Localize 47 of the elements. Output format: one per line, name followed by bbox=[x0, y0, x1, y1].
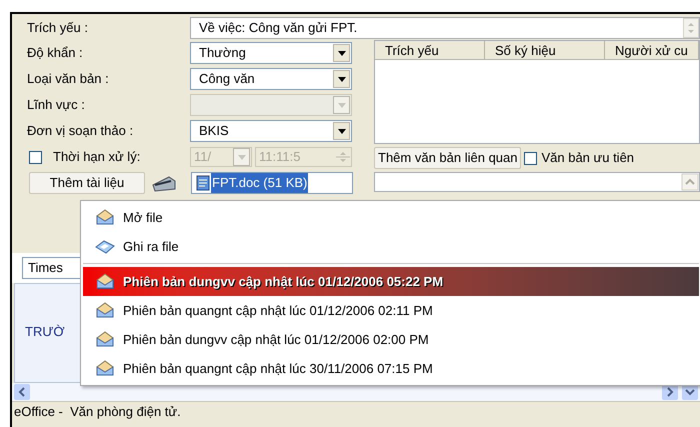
add-related-button[interactable]: Thêm văn bản liên quan bbox=[374, 147, 522, 169]
dropdown-button[interactable] bbox=[333, 44, 350, 62]
spin-arrows-icon bbox=[683, 18, 699, 38]
caret-icon bbox=[338, 50, 346, 56]
dropdown-field[interactable]: Thường bbox=[190, 42, 352, 64]
status-text: eOffice - Văn phòng điện tử. bbox=[14, 402, 181, 421]
field-label: Đơn vị soạn thảo : bbox=[26, 122, 134, 140]
diskette-icon bbox=[95, 240, 115, 254]
menu-item[interactable]: Phiên bản quangnt cập nhật lúc 30/11/2006 07:15 PM bbox=[83, 354, 699, 383]
envelope-icon bbox=[95, 209, 115, 226]
document-icon bbox=[195, 175, 211, 191]
checkbox-label: Văn bản ưu tiên bbox=[541, 149, 634, 168]
envelope-icon bbox=[95, 273, 115, 290]
caret-icon bbox=[338, 102, 346, 108]
editor-text: TRƯỜ bbox=[25, 324, 65, 339]
checkbox-label: Thời hạn xử lý: bbox=[53, 148, 142, 166]
dropdown-button[interactable] bbox=[333, 122, 350, 140]
envelope-icon bbox=[95, 360, 115, 377]
caret-icon bbox=[238, 154, 246, 160]
envelope-icon bbox=[95, 302, 115, 319]
dropdown-field[interactable]: Công văn bbox=[190, 68, 352, 90]
menu-item[interactable]: Phiên bản dungvv cập nhật lúc 01/12/2006 02:00 PM bbox=[83, 325, 699, 354]
menu-item[interactable]: Phiên bản dungvv cập nhật lúc 01/12/2006 05:22 PM bbox=[83, 267, 699, 296]
dropdown-button[interactable] bbox=[333, 70, 350, 88]
caret-icon bbox=[338, 76, 346, 82]
field-label: Lĩnh vực : bbox=[26, 96, 86, 114]
column-header[interactable]: Số ký hiệu bbox=[485, 41, 605, 60]
menu-item[interactable]: Phiên bản quangnt cập nhật lúc 01/12/2006 02:11 PM bbox=[83, 296, 699, 325]
attachment-field[interactable]: FPT.doc (51 KB) bbox=[191, 172, 353, 194]
envelope-icon bbox=[95, 331, 115, 348]
spinner-icon bbox=[336, 149, 350, 165]
scroll-left-icon bbox=[14, 384, 30, 400]
field-label: Trích yếu : bbox=[26, 19, 89, 38]
file-name[interactable]: FPT.doc (51 KB) bbox=[211, 173, 308, 193]
field-label: Loại văn bản : bbox=[26, 70, 110, 88]
text-field[interactable] bbox=[374, 172, 700, 192]
add-document-button[interactable]: Thêm tài liệu bbox=[29, 172, 145, 194]
summary-field[interactable]: Về việc: Công văn gửi FPT. bbox=[190, 17, 700, 39]
column-header[interactable]: Trích yếu bbox=[375, 41, 485, 60]
scroll-up-icon bbox=[681, 173, 699, 191]
menu-item[interactable]: Mở file bbox=[83, 203, 699, 232]
field-label: Độ khẩn : bbox=[26, 44, 84, 62]
column-header[interactable]: Người xử cu bbox=[605, 41, 699, 60]
caret-icon bbox=[338, 128, 346, 134]
related-documents-list[interactable]: Trích yếu Số ký hiệu Người xử cu bbox=[374, 40, 700, 144]
checkbox[interactable] bbox=[524, 152, 538, 164]
dropdown-field[interactable]: BKIS bbox=[190, 120, 352, 142]
